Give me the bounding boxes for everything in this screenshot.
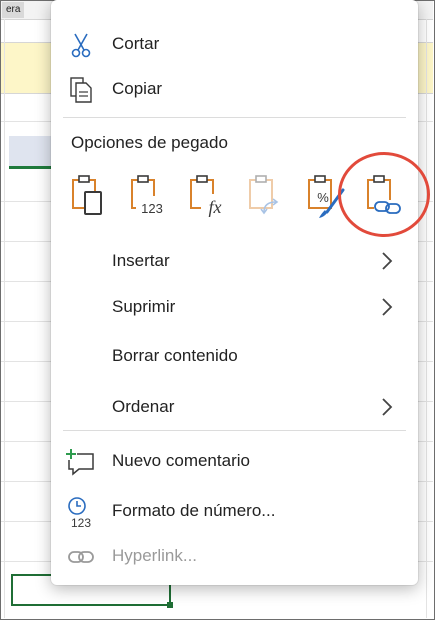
paste-formulas-icon: fx <box>190 175 227 217</box>
separator <box>63 430 406 431</box>
paste-icon <box>72 175 102 215</box>
paste-transpose-icon <box>249 175 279 215</box>
number-format-icon: 123 <box>65 495 97 530</box>
new-comment-menu-item[interactable]: Nuevo comentario <box>51 441 418 481</box>
insert-menu-item[interactable]: Insertar <box>51 241 418 281</box>
scissors-icon <box>65 31 97 59</box>
copy-label: Copiar <box>112 79 163 98</box>
paste-formulas-caption: fx <box>209 197 222 217</box>
sort-label: Ordenar <box>112 397 175 416</box>
insert-label: Insertar <box>112 251 170 270</box>
cut-menu-item[interactable]: Cortar <box>51 24 418 64</box>
number-format-menu-item[interactable]: 123 Formato de número... <box>51 491 418 531</box>
chevron-right-icon <box>380 397 394 417</box>
header-cell <box>9 136 53 169</box>
chevron-right-icon <box>380 251 394 271</box>
copy-icon <box>65 76 97 104</box>
chevron-right-icon <box>380 297 394 317</box>
delete-label: Suprimir <box>112 297 176 316</box>
sheet-tab[interactable]: era <box>2 2 25 18</box>
number-format-icon-caption: 123 <box>71 516 91 529</box>
hyperlink-label: Hyperlink... <box>112 546 198 565</box>
paste-formatting-caption: % <box>317 190 329 205</box>
fill-handle[interactable] <box>167 602 173 608</box>
new-comment-label: Nuevo comentario <box>112 451 250 470</box>
clear-contents-label: Borrar contenido <box>112 346 238 365</box>
link-icon <box>65 543 97 571</box>
paste-values-button[interactable]: 123 <box>128 172 172 222</box>
separator <box>63 117 406 118</box>
paste-formulas-button[interactable]: fx <box>187 172 231 222</box>
grid-line <box>426 19 427 618</box>
cut-label: Cortar <box>112 34 160 53</box>
new-comment-icon <box>65 448 97 476</box>
highlight-circle <box>338 152 430 237</box>
paste-values-caption: 123 <box>141 201 163 216</box>
grid-line <box>4 19 5 618</box>
paste-options-title: Opciones de pegado <box>71 133 228 152</box>
context-menu: Cortar Copiar Opciones de pegado 123 fx … <box>51 0 430 585</box>
copy-menu-item[interactable]: Copiar <box>51 69 418 109</box>
sort-menu-item[interactable]: Ordenar <box>51 387 418 427</box>
number-format-label: Formato de número... <box>112 501 276 520</box>
clear-contents-menu-item[interactable]: Borrar contenido <box>51 336 418 376</box>
delete-menu-item[interactable]: Suprimir <box>51 287 418 327</box>
paste-button[interactable] <box>69 172 113 222</box>
paste-values-icon: 123 <box>131 175 168 216</box>
hyperlink-menu-item[interactable]: Hyperlink... <box>51 536 418 576</box>
paste-transpose-button[interactable] <box>246 172 290 222</box>
